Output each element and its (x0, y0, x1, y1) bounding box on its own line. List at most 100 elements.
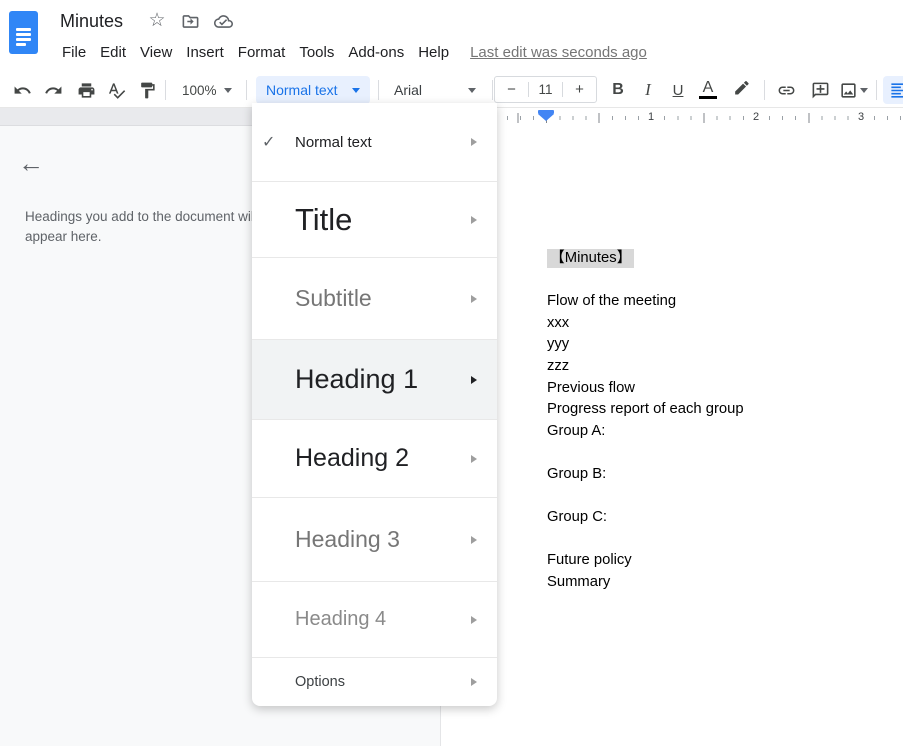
ruler-number: 1 (645, 110, 657, 124)
zoom-value: 100% (182, 83, 217, 98)
spellcheck-icon (107, 81, 126, 100)
style-option-normal-text[interactable]: ✓ Normal text (252, 103, 497, 181)
style-option-label: Heading 3 (295, 526, 400, 553)
submenu-arrow-icon (471, 678, 477, 686)
highlight-color-button[interactable] (727, 76, 755, 104)
menu-item-insert[interactable]: Insert (179, 42, 231, 63)
submenu-arrow-icon (471, 455, 477, 463)
paragraph-styles-select[interactable]: Normal text (256, 76, 370, 104)
toolbar-separator (764, 80, 765, 100)
print-button[interactable] (72, 76, 100, 104)
menu-item-edit[interactable]: Edit (93, 42, 133, 63)
star-icon[interactable]: ☆ (147, 11, 167, 31)
last-edit-link[interactable]: Last edit was seconds ago (470, 44, 647, 61)
add-comment-button[interactable] (806, 76, 834, 104)
style-option-options[interactable]: Options (252, 657, 497, 706)
close-outline-icon[interactable]: ← (18, 150, 44, 176)
doc-line: Previous flow (547, 378, 744, 400)
logo-line (16, 43, 26, 46)
first-line-indent-triangle[interactable] (538, 114, 554, 121)
undo-button[interactable] (8, 76, 36, 104)
style-option-heading-1[interactable]: Heading 1 (252, 339, 497, 419)
toolbar-separator (165, 80, 166, 100)
cloud-status-icon[interactable] (213, 11, 233, 31)
chevron-down-icon (224, 88, 232, 93)
menu-bar: File Edit View Insert Format Tools Add-o… (55, 40, 647, 64)
doc-line: Future policy (547, 550, 744, 572)
doc-line: 【Minutes】 (547, 248, 744, 270)
menu-item-help[interactable]: Help (411, 42, 456, 63)
style-option-label: Heading 4 (295, 608, 386, 631)
style-option-label: Title (295, 202, 352, 238)
logo-line (16, 38, 31, 41)
style-option-heading-3[interactable]: Heading 3 (252, 497, 497, 581)
menu-item-tools[interactable]: Tools (292, 42, 341, 63)
docs-logo[interactable] (9, 11, 38, 54)
text-color-button[interactable]: A (694, 76, 722, 104)
logo-line (16, 33, 31, 36)
style-option-heading-2[interactable]: Heading 2 (252, 419, 497, 497)
doc-line: zzz (547, 356, 744, 378)
outline-placeholder: Headings you add to the document will ap… (25, 207, 257, 246)
toolbar-separator (492, 80, 493, 100)
style-option-label: Heading 1 (295, 364, 418, 395)
document-text[interactable]: 【Minutes】 Flow of the meeting xxx yyy zz… (547, 248, 744, 594)
top-bar: Minutes ☆ File Edit View Insert Format T… (0, 0, 903, 70)
submenu-arrow-icon (471, 295, 477, 303)
paint-format-icon (138, 81, 157, 100)
doc-line (547, 270, 744, 292)
logo-line (16, 28, 31, 31)
menu-item-addons[interactable]: Add-ons (341, 42, 411, 63)
style-option-heading-4[interactable]: Heading 4 (252, 581, 497, 657)
toolbar-separator (378, 80, 379, 100)
highlighter-icon (732, 81, 751, 100)
doc-title[interactable]: Minutes (60, 11, 123, 32)
style-option-label: Normal text (295, 134, 372, 151)
doc-line (547, 529, 744, 551)
font-size-input[interactable]: 11 (528, 82, 563, 97)
outline-placeholder-line1: Headings you add to the document will (25, 207, 257, 227)
style-option-label: Heading 2 (295, 444, 409, 473)
font-value: Arial (394, 82, 422, 98)
doc-line: xxx (547, 313, 744, 335)
zoom-select[interactable]: 100% (176, 76, 238, 104)
paint-format-button[interactable] (133, 76, 161, 104)
doc-line: Group B: (547, 464, 744, 486)
spellcheck-button[interactable] (102, 76, 130, 104)
menu-item-format[interactable]: Format (231, 42, 293, 63)
redo-button[interactable] (39, 76, 67, 104)
insert-link-button[interactable] (772, 76, 800, 104)
outline-placeholder-line2: appear here. (25, 227, 257, 247)
font-size-stepper: − 11 + (494, 76, 597, 103)
ruler-number: 2 (750, 110, 762, 124)
doc-line: Progress report of each group (547, 399, 744, 421)
style-option-title[interactable]: Title (252, 181, 497, 257)
redo-icon (44, 81, 63, 100)
increase-font-size-button[interactable]: + (563, 81, 596, 98)
bold-button[interactable]: B (604, 76, 632, 104)
print-icon (77, 81, 96, 100)
check-icon: ✓ (262, 132, 275, 152)
move-folder-icon[interactable] (180, 11, 200, 31)
ruler-half-ticks (507, 113, 903, 123)
underline-button[interactable]: U (664, 76, 692, 104)
insert-image-button[interactable] (836, 76, 860, 104)
image-menu-caret[interactable] (858, 76, 870, 104)
doc-line (547, 442, 744, 464)
toolbar-separator (246, 80, 247, 100)
doc-line: Group C: (547, 507, 744, 529)
menu-item-view[interactable]: View (133, 42, 179, 63)
indent-marker[interactable] (538, 110, 554, 121)
decrease-font-size-button[interactable]: − (495, 81, 528, 98)
italic-button[interactable]: I (634, 76, 662, 104)
align-left-button[interactable] (883, 76, 903, 104)
styles-value: Normal text (266, 82, 338, 98)
toolbar-separator (876, 80, 877, 100)
font-select[interactable]: Arial (382, 76, 488, 104)
ruler-number: 3 (855, 110, 867, 124)
menu-item-file[interactable]: File (55, 42, 93, 63)
comment-icon (811, 81, 830, 100)
doc-line (547, 486, 744, 508)
doc-line: Summary (547, 572, 744, 594)
style-option-subtitle[interactable]: Subtitle (252, 257, 497, 339)
